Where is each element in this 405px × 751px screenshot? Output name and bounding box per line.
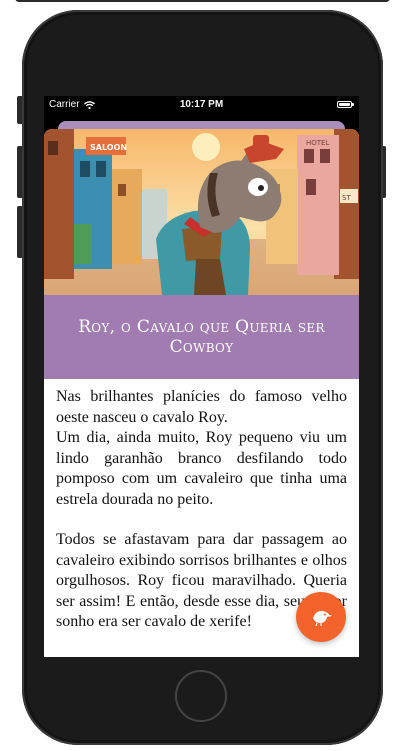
home-button[interactable] (175, 670, 227, 722)
clock: 10:17 PM (179, 99, 224, 110)
sun-icon (192, 133, 220, 161)
story-illustration: SALOON HOTEL ST (44, 129, 359, 295)
st-sign: ST (342, 194, 351, 202)
story-paragraph: Nas brilhantes planícies do famoso velho… (56, 388, 347, 426)
story-text: Nas brilhantes planícies do famoso velho… (56, 387, 347, 633)
battery-icon (337, 101, 354, 108)
bird-button[interactable] (296, 592, 346, 642)
title-band: Roy, o Cavalo que Queria ser Cowboy (44, 295, 359, 379)
bird-icon (313, 610, 332, 626)
story-card[interactable]: SALOON HOTEL ST Roy, o Cavalo que Queria… (44, 129, 359, 657)
saloon-sign: SALOON (90, 143, 127, 152)
hotel-sign: HOTEL (306, 139, 329, 147)
status-bar: Carrier 10:17 PM (44, 96, 359, 114)
story-paragraph: Um dia, ainda muito, Roy pequeno viu um … (56, 429, 347, 508)
story-title: Roy, o Cavalo que Queria ser Cowboy (78, 317, 325, 357)
screen: Carrier 10:17 PM SALOON HOTEL ST Roy, o … (44, 96, 359, 657)
top-edge (15, 0, 390, 2)
